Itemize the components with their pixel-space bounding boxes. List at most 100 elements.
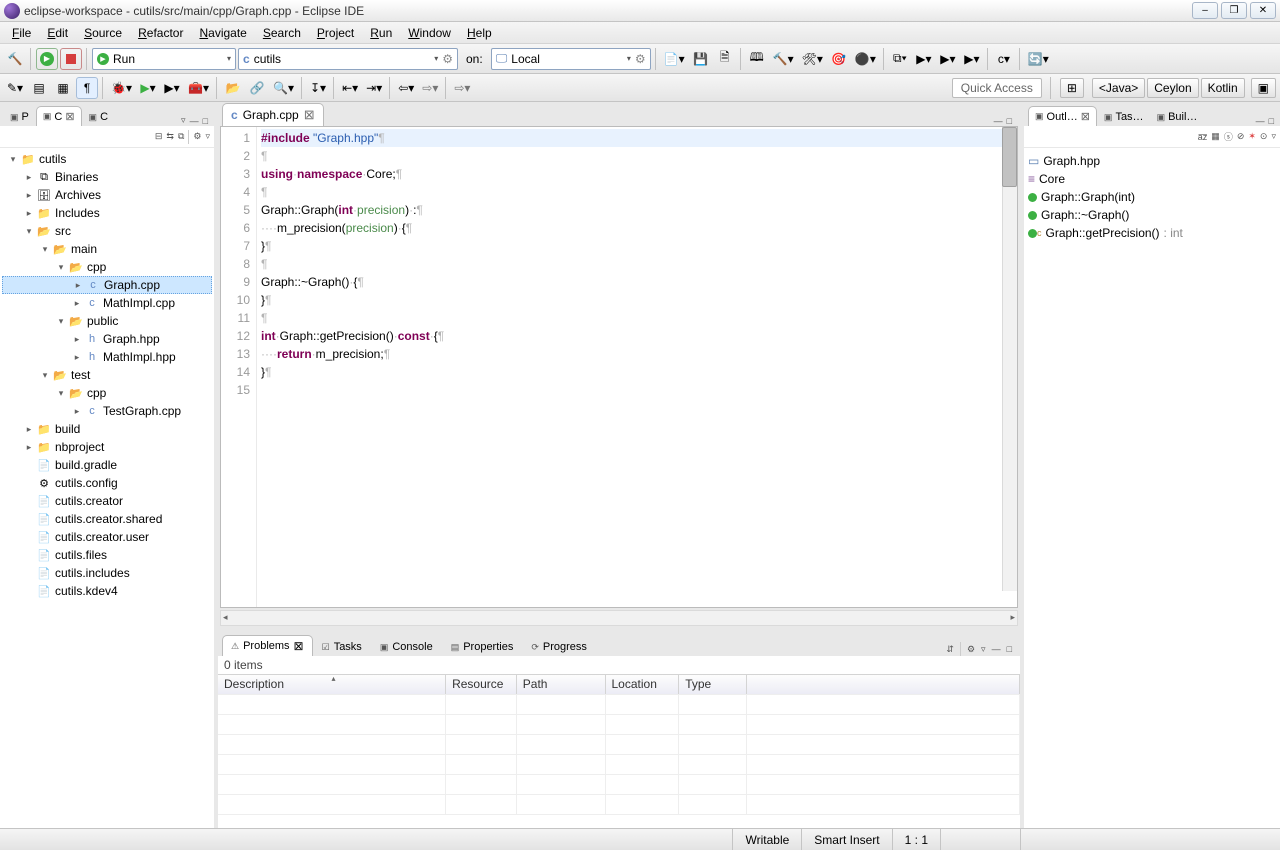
min-icon[interactable]: —: [992, 644, 1001, 654]
run-test-icon[interactable]: ▶▾: [913, 48, 935, 70]
menu-help[interactable]: Help: [459, 24, 500, 42]
coverage-icon[interactable]: ▶▾: [937, 48, 959, 70]
outline-item[interactable]: ▭Graph.hpp: [1028, 152, 1276, 170]
vertical-scrollbar[interactable]: [1002, 127, 1017, 591]
menu-source[interactable]: Source: [76, 24, 130, 42]
code-line-9[interactable]: Graph::~Graph()·{¶: [261, 273, 1013, 291]
problems-table[interactable]: Description▴ResourcePathLocationType: [218, 674, 1020, 828]
debug-icon[interactable]: 🐞▾: [108, 77, 135, 99]
tree-node-testgraph-cpp[interactable]: ▸cTestGraph.cpp: [2, 402, 212, 420]
code-editor[interactable]: 123456789101112131415 #include "Graph.hp…: [220, 126, 1018, 608]
code-line-1[interactable]: #include "Graph.hpp"¶: [261, 129, 1013, 147]
filter-icon[interactable]: ⧉: [178, 131, 184, 142]
outline-item[interactable]: ≡Core: [1028, 170, 1276, 188]
tree-node-cutils-creator-user[interactable]: 📄cutils.creator.user: [2, 528, 212, 546]
minimize-view-icon[interactable]: —: [190, 116, 199, 126]
more-icon[interactable]: ⇨▾: [451, 77, 473, 99]
next-icon[interactable]: ⇥▾: [363, 77, 385, 99]
view-menu2-icon[interactable]: ▿: [205, 131, 210, 142]
problems-col-description[interactable]: Description▴: [218, 675, 446, 694]
tree-node-cutils-kdev4[interactable]: 📄cutils.kdev4: [2, 582, 212, 600]
hide-local-icon[interactable]: ✶: [1248, 131, 1256, 142]
tree-node-graph-hpp[interactable]: ▸hGraph.hpp: [2, 330, 212, 348]
cov-icon[interactable]: ▶▾: [161, 77, 183, 99]
target-combo[interactable]: 🖵 Local ▾ ⚙: [491, 48, 651, 70]
perspective-java[interactable]: <Java>: [1092, 78, 1145, 98]
run-green-icon[interactable]: ▶▾: [137, 77, 159, 99]
tree-node-cutils-config[interactable]: ⚙cutils.config: [2, 474, 212, 492]
edit-icon[interactable]: ✎▾: [4, 77, 26, 99]
save-all-icon[interactable]: 🗎: [714, 48, 736, 70]
sort-icon[interactable]: a͞z: [1198, 132, 1208, 142]
open-type-icon[interactable]: 🕮: [746, 48, 768, 70]
max-icon[interactable]: □: [1269, 116, 1274, 126]
tree-node-cpp[interactable]: ▾📂cpp: [2, 258, 212, 276]
menu-window[interactable]: Window: [400, 24, 459, 42]
editor-tab-graph-cpp[interactable]: c Graph.cpp ⊠: [222, 103, 324, 126]
project-combo[interactable]: c cutils ▾ ⚙: [238, 48, 458, 70]
tree-node-public[interactable]: ▾📂public: [2, 312, 212, 330]
problems-col-resource[interactable]: Resource: [446, 675, 517, 694]
editor-max-icon[interactable]: □: [1007, 116, 1012, 126]
menu-navigate[interactable]: Navigate: [191, 24, 254, 42]
maximize-view-icon[interactable]: □: [203, 116, 208, 126]
config-icon[interactable]: ⚙: [967, 644, 975, 655]
view-menu-icon[interactable]: ▿: [181, 115, 186, 126]
collapse-all-icon[interactable]: ⊟: [155, 131, 163, 142]
problems-col-path[interactable]: Path: [517, 675, 606, 694]
fwd-icon[interactable]: ⇨▾: [419, 77, 441, 99]
prev-icon[interactable]: ⇤▾: [339, 77, 361, 99]
tree-node-test[interactable]: ▾📂test: [2, 366, 212, 384]
maximize-button[interactable]: ❐: [1221, 2, 1247, 19]
close-icon[interactable]: ⊠: [65, 110, 74, 123]
code-line-11[interactable]: ¶: [261, 309, 1013, 327]
tree-node-cutils-files[interactable]: 📄cutils.files: [2, 546, 212, 564]
refresh-icon[interactable]: 🔄▾: [1025, 48, 1052, 70]
stop-icon[interactable]: [66, 54, 76, 64]
tree-node-graph-cpp[interactable]: ▸cGraph.cpp: [2, 276, 212, 294]
c-new-icon[interactable]: c▾: [993, 48, 1015, 70]
target-icon[interactable]: 🎯: [828, 48, 850, 70]
tree-node-build[interactable]: ▸📁build: [2, 420, 212, 438]
menu-project[interactable]: Project: [309, 24, 362, 42]
perspective-icon[interactable]: ⚫▾: [852, 48, 879, 70]
maximize-view-icon[interactable]: ▣: [1251, 78, 1276, 98]
menu-edit[interactable]: Edit: [39, 24, 76, 42]
link-editor-icon[interactable]: ⇆: [166, 131, 174, 142]
close-tab-icon[interactable]: ⊠: [304, 107, 315, 123]
perspective-kotlin[interactable]: Kotlin: [1201, 78, 1245, 98]
tree-node-nbproject[interactable]: ▸📁nbproject: [2, 438, 212, 456]
code-line-2[interactable]: ¶: [261, 147, 1013, 165]
hide-nonpublic-icon[interactable]: ⊘: [1237, 131, 1245, 142]
whitespace-icon[interactable]: ¶: [76, 77, 98, 99]
hide-static-icon[interactable]: ⓢ: [1224, 130, 1233, 143]
outline-item[interactable]: cGraph::getPrecision() : int: [1028, 224, 1276, 242]
quick-access[interactable]: Quick Access: [952, 78, 1042, 98]
bottom-tab-tasks[interactable]: ☑Tasks: [313, 637, 371, 656]
left-tab-package-explorer[interactable]: ▣P: [4, 108, 35, 126]
close-button[interactable]: ✕: [1250, 2, 1276, 19]
bottom-tab-console[interactable]: ▣Console: [371, 637, 442, 656]
left-tab-c-type[interactable]: ▣C: [83, 108, 114, 126]
code-line-3[interactable]: using·namespace·Core;¶: [261, 165, 1013, 183]
tree-node-archives[interactable]: ▸🗄Archives: [2, 186, 212, 204]
link-icon[interactable]: 🔗: [246, 77, 268, 99]
step-icon[interactable]: ↧▾: [307, 77, 329, 99]
new-icon[interactable]: 📄▾: [661, 48, 688, 70]
search-icon[interactable]: 🔍▾: [270, 77, 297, 99]
tree-node-mathimpl-cpp[interactable]: ▸cMathImpl.cpp: [2, 294, 212, 312]
code-line-7[interactable]: }¶: [261, 237, 1013, 255]
tree-node-cutils-creator-shared[interactable]: 📄cutils.creator.shared: [2, 510, 212, 528]
filters-icon[interactable]: ⇵: [946, 644, 954, 655]
view-config-icon[interactable]: ⚙: [193, 131, 201, 142]
open-perspective-icon[interactable]: ⊞: [1060, 78, 1084, 98]
tree-node-build-gradle[interactable]: 📄build.gradle: [2, 456, 212, 474]
tree-node-main[interactable]: ▾📂main: [2, 240, 212, 258]
tree-node-src[interactable]: ▾📂src: [2, 222, 212, 240]
code-line-5[interactable]: Graph::Graph(int·precision)·:¶: [261, 201, 1013, 219]
ext-tool-icon[interactable]: 🧰▾: [185, 77, 212, 99]
menu-refactor[interactable]: Refactor: [130, 24, 191, 42]
tree-node-includes[interactable]: ▸📁Includes: [2, 204, 212, 222]
code-line-6[interactable]: ····m_precision(precision)·{¶: [261, 219, 1013, 237]
outline-icon[interactable]: ▦: [52, 77, 74, 99]
